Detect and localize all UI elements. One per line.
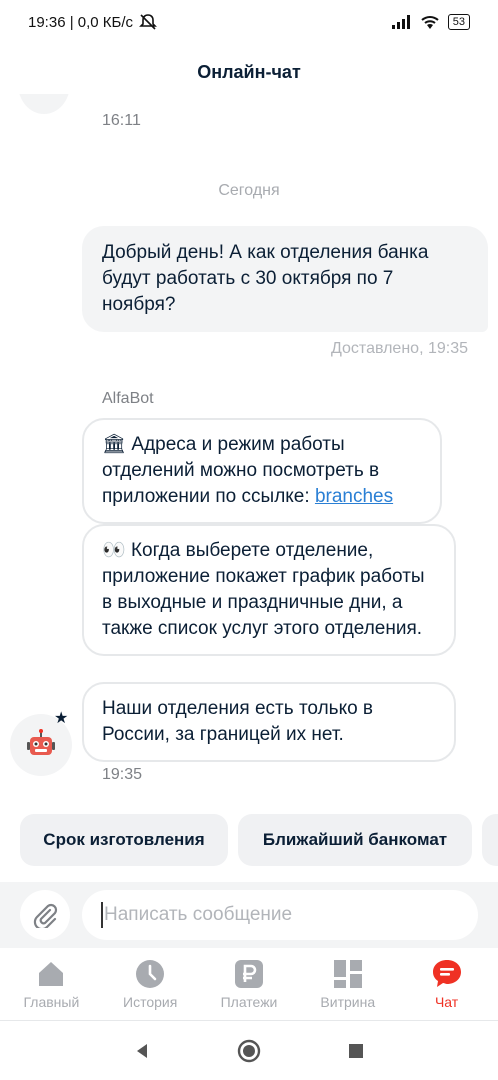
quick-reply-button[interactable]: Ближайший банкомат bbox=[238, 814, 472, 866]
chat-area[interactable]: 16:11 Сегодня Добрый день! А как отделен… bbox=[0, 94, 498, 800]
message-time: 19:35 bbox=[102, 766, 143, 783]
tab-label: Витрина bbox=[320, 994, 376, 1010]
paperclip-icon bbox=[33, 903, 58, 928]
text-cursor bbox=[101, 902, 103, 928]
quick-reply-button[interactable]: Срок изготовления bbox=[20, 814, 228, 866]
tab-bar: Главный История Платежи Витрина Чат bbox=[0, 950, 498, 1020]
previous-avatar bbox=[18, 94, 70, 114]
tab-chat[interactable]: Чат bbox=[399, 950, 495, 1020]
chat-icon bbox=[431, 958, 463, 990]
tab-home[interactable]: Главный bbox=[3, 950, 99, 1020]
tab-payments[interactable]: Платежи bbox=[201, 950, 297, 1020]
status-time: 19:36 | 0,0 КБ/с bbox=[28, 13, 134, 31]
message-time: 16:11 bbox=[102, 112, 141, 129]
branches-link[interactable]: branches bbox=[315, 486, 393, 507]
delivery-status: Доставлено, 19:35 bbox=[331, 340, 468, 357]
tab-label: Главный bbox=[23, 994, 80, 1010]
status-left: 19:36 | 0,0 КБ/с bbox=[28, 13, 157, 31]
tab-label: Платежи bbox=[220, 994, 278, 1010]
bank-emoji-icon: 🏛 bbox=[102, 434, 127, 455]
page-title: Онлайн-чат bbox=[197, 62, 301, 82]
recents-icon[interactable] bbox=[347, 1042, 365, 1060]
tab-label: Чат bbox=[434, 994, 459, 1010]
muted-bell-icon bbox=[139, 14, 157, 30]
tab-label: История bbox=[123, 994, 178, 1010]
status-bar: 19:36 | 0,0 КБ/с 53 bbox=[0, 0, 498, 44]
home-circle-icon[interactable] bbox=[237, 1039, 261, 1063]
wifi-icon bbox=[421, 16, 439, 29]
signal-icon bbox=[391, 15, 410, 29]
quick-replies: Срок изготовления Ближайший банкомат bbox=[0, 814, 498, 866]
showcase-icon bbox=[332, 958, 364, 990]
robot-icon bbox=[27, 729, 55, 755]
ruble-icon bbox=[233, 958, 265, 990]
outgoing-message: Добрый день! А как отделения банка будут… bbox=[82, 226, 488, 332]
message-composer bbox=[0, 882, 498, 948]
attach-button[interactable] bbox=[20, 890, 70, 940]
battery-indicator: 53 bbox=[447, 14, 470, 30]
message-input[interactable] bbox=[82, 890, 478, 940]
home-icon bbox=[35, 958, 67, 990]
status-right: 53 bbox=[391, 14, 470, 30]
date-separator: Сегодня bbox=[218, 182, 280, 199]
clock-icon bbox=[134, 958, 166, 990]
back-icon[interactable] bbox=[133, 1042, 151, 1060]
incoming-message: Наши отделения есть только в России, за … bbox=[82, 682, 456, 762]
tab-history[interactable]: История bbox=[102, 950, 198, 1020]
incoming-message: 🏛 Адреса и режим работы отделений можно … bbox=[82, 418, 442, 524]
message-text: Когда выберете отделение, приложение пок… bbox=[102, 540, 425, 639]
sender-name: AlfaBot bbox=[102, 390, 154, 407]
quick-reply-button[interactable] bbox=[482, 814, 498, 866]
incoming-message: 👀 Когда выберете отделение, приложение п… bbox=[82, 524, 456, 656]
system-nav-bar bbox=[0, 1021, 498, 1080]
star-icon: ★ bbox=[54, 710, 69, 727]
tab-showcase[interactable]: Витрина bbox=[300, 950, 396, 1020]
eyes-emoji-icon: 👀 bbox=[102, 540, 126, 561]
message-text: Наши отделения есть только в России, за … bbox=[102, 698, 374, 745]
